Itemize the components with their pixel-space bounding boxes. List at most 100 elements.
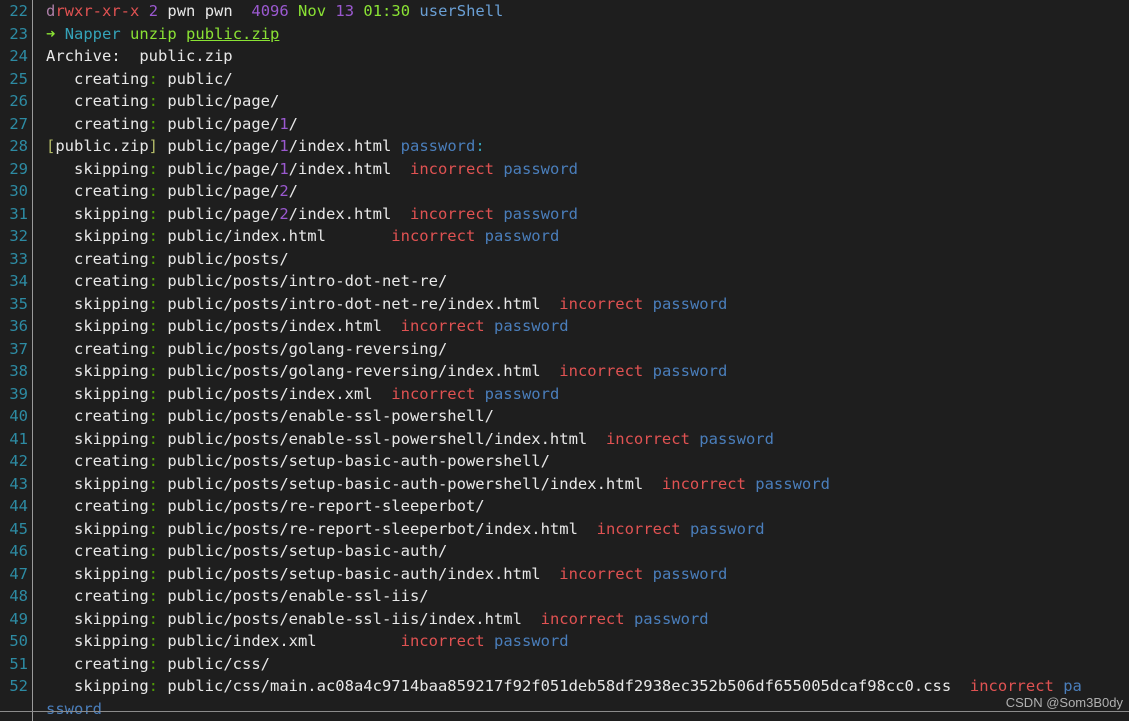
terminal-line: 38 skipping: public/posts/golang-reversi… bbox=[0, 360, 1129, 383]
line-number: 29 bbox=[9, 159, 28, 178]
text-segment bbox=[1054, 677, 1063, 695]
line-content-skipping: skipping: public/page/1/index.html incor… bbox=[46, 158, 578, 181]
line-content-creating: creating: public/css/ bbox=[46, 653, 270, 676]
text-segment bbox=[326, 2, 335, 20]
text-segment: public.zip bbox=[186, 24, 280, 43]
line-number: 24 bbox=[9, 47, 28, 65]
text-segment: : bbox=[148, 609, 158, 628]
line-content-skipping: skipping: public/posts/index.xml incorre… bbox=[46, 383, 559, 406]
line-content-skipping: skipping: public/index.html incorrect pa… bbox=[46, 225, 559, 248]
text-segment: public/posts/setup-basic-auth/index.html bbox=[158, 564, 560, 583]
text-segment: public/posts/re-report-sleeperbot/index.… bbox=[158, 519, 597, 538]
terminal-line: 39 skipping: public/posts/index.xml inco… bbox=[0, 383, 1129, 406]
text-segment: creating bbox=[46, 407, 149, 425]
text-segment: password bbox=[484, 227, 560, 245]
text-segment: incorrect bbox=[391, 227, 476, 245]
text-segment bbox=[475, 227, 484, 245]
text-segment: skipping bbox=[46, 429, 149, 448]
text-segment: password bbox=[652, 362, 728, 380]
text-segment: : bbox=[148, 204, 158, 223]
line-number: 33 bbox=[9, 249, 28, 268]
line-content-skipping: skipping: public/posts/index.html incorr… bbox=[46, 315, 569, 338]
text-segment: creating bbox=[46, 654, 149, 673]
line-content-password-prompt: [public.zip] public/page/1/index.html pa… bbox=[46, 135, 485, 158]
text-segment: creating bbox=[46, 497, 149, 515]
text-segment: userShell bbox=[419, 2, 504, 20]
line-content-creating: creating: public/posts/golang-reversing/ bbox=[46, 338, 447, 361]
line-number: 35 bbox=[9, 294, 28, 313]
text-segment: /index.html bbox=[288, 204, 410, 223]
terminal-line: 41 skipping: public/posts/enable-ssl-pow… bbox=[0, 428, 1129, 451]
terminal-window[interactable]: 22 drwxr-xr-x 2 pwn pwn 4096 Nov 13 01:30… bbox=[0, 0, 1129, 721]
line-content-skipping: skipping: public/posts/enable-ssl-powers… bbox=[46, 428, 774, 451]
line-number: 40 bbox=[9, 407, 28, 425]
terminal-line: 32 skipping: public/index.html incorrect… bbox=[0, 225, 1129, 248]
text-segment: public/page/ bbox=[158, 114, 280, 133]
line-number: 46 bbox=[9, 542, 28, 560]
line-number: 50 bbox=[9, 632, 28, 650]
line-number: 43 bbox=[9, 474, 28, 493]
text-segment bbox=[121, 25, 130, 43]
text-segment bbox=[494, 160, 503, 178]
text-segment: [ bbox=[46, 137, 56, 155]
text-segment: creating bbox=[46, 542, 149, 560]
terminal-line: 42 creating: public/posts/setup-basic-au… bbox=[0, 450, 1129, 473]
text-segment: public/posts/golang-reversing/ bbox=[158, 339, 448, 358]
text-segment: : bbox=[148, 159, 158, 178]
text-segment: public/posts/enable-ssl-powershell/ bbox=[158, 407, 494, 425]
text-segment bbox=[485, 317, 494, 335]
text-segment: password bbox=[633, 609, 709, 628]
text-segment: public/posts/enable-ssl-powershell/index… bbox=[158, 429, 606, 448]
text-segment bbox=[55, 25, 64, 43]
text-segment bbox=[643, 565, 652, 583]
text-segment: incorrect bbox=[559, 362, 644, 380]
text-segment: skipping bbox=[46, 519, 149, 538]
line-number: 48 bbox=[9, 587, 28, 605]
line-number: 41 bbox=[9, 429, 28, 448]
terminal-line: 40 creating: public/posts/enable-ssl-pow… bbox=[0, 405, 1129, 428]
text-segment: password bbox=[503, 159, 578, 178]
text-segment: incorrect bbox=[559, 564, 644, 583]
text-segment: incorrect bbox=[969, 677, 1054, 695]
line-number: 52 bbox=[9, 677, 28, 695]
text-segment: public/css/main.ac08a4c9714baa859217f92f… bbox=[158, 677, 970, 695]
text-segment: password bbox=[652, 564, 728, 583]
terminal-line: 47 skipping: public/posts/setup-basic-au… bbox=[0, 563, 1129, 586]
text-segment: Archive: public.zip bbox=[46, 47, 233, 65]
text-segment: public/page/ bbox=[158, 92, 280, 110]
text-segment: incorrect bbox=[661, 474, 746, 493]
terminal-line: 46 creating: public/posts/setup-basic-au… bbox=[0, 540, 1129, 563]
text-segment: pa bbox=[1063, 677, 1082, 695]
text-segment: creating bbox=[46, 587, 149, 605]
text-segment: password bbox=[652, 294, 728, 313]
text-segment: incorrect bbox=[410, 204, 494, 223]
text-segment: skipping bbox=[46, 204, 149, 223]
text-segment: public/posts/setup-basic-auth-powershell… bbox=[158, 452, 550, 470]
line-number: 49 bbox=[9, 609, 28, 628]
text-segment: incorrect bbox=[540, 609, 625, 628]
text-segment: public/posts/intro-dot-net-re/ bbox=[158, 272, 448, 290]
line-content-archive: Archive: public.zip bbox=[46, 45, 233, 68]
terminal-line: 50 skipping: public/index.xml incorrect … bbox=[0, 630, 1129, 653]
line-number: 47 bbox=[9, 564, 28, 583]
text-segment bbox=[681, 520, 690, 538]
text-segment: 2 bbox=[279, 182, 289, 200]
terminal-line: 25 creating: public/ bbox=[0, 68, 1129, 91]
text-segment: incorrect bbox=[559, 294, 644, 313]
text-segment: : bbox=[148, 317, 158, 335]
text-segment: /index.html bbox=[288, 159, 410, 178]
text-segment: public/page/ bbox=[158, 204, 280, 223]
line-content-skipping: skipping: public/posts/golang-reversing/… bbox=[46, 360, 727, 383]
text-segment: public/index.html bbox=[158, 227, 392, 245]
text-segment: 1 bbox=[279, 159, 289, 178]
text-segment: : bbox=[148, 519, 158, 538]
terminal-line: 37 creating: public/posts/golang-reversi… bbox=[0, 338, 1129, 361]
text-segment: : bbox=[148, 362, 158, 380]
text-segment bbox=[494, 205, 503, 223]
text-segment: 1 bbox=[279, 114, 289, 133]
line-number: 28 bbox=[9, 137, 28, 155]
text-segment: 1 bbox=[279, 137, 289, 155]
line-content-skipping: skipping: public/posts/intro-dot-net-re/… bbox=[46, 293, 727, 316]
line-number: 32 bbox=[9, 227, 28, 245]
text-segment: skipping bbox=[46, 227, 149, 245]
